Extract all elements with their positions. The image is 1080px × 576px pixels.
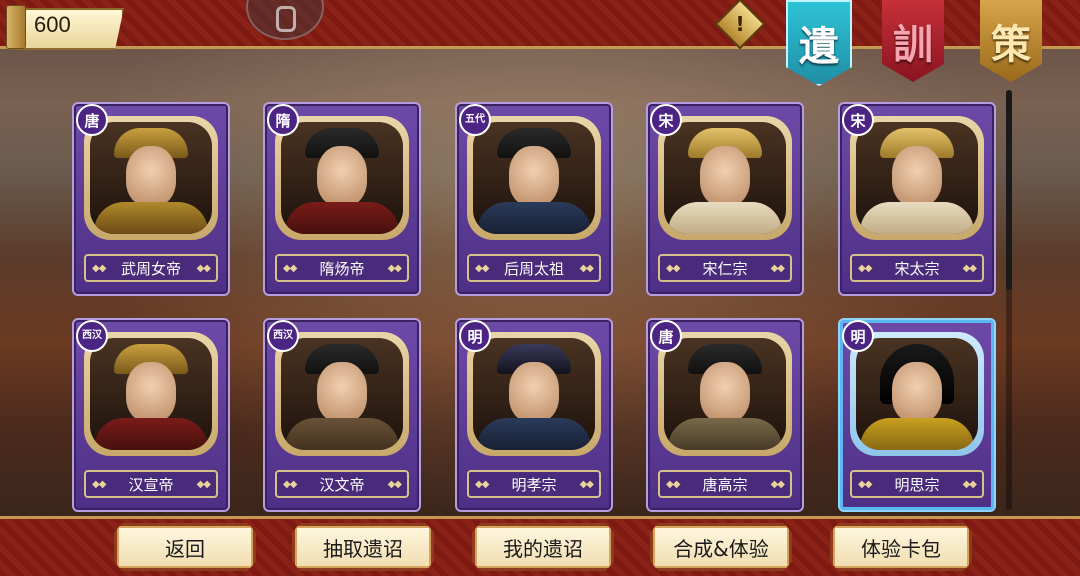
dynasty-badge: 宋	[650, 104, 682, 136]
card-name: 明思宗	[894, 475, 940, 494]
nameplate: ◆◆ 明思宗 ◆◆	[850, 470, 984, 498]
card-han-xuandi[interactable]: 西汉 ◆◆ 汉宣帝 ◆◆	[72, 318, 230, 512]
card-han-wendi[interactable]: 西汉 ◆◆ 汉文帝 ◆◆	[263, 318, 421, 512]
portrait-image	[664, 338, 786, 450]
portrait-image	[856, 338, 978, 450]
dynasty-badge: 五代	[459, 104, 491, 136]
card-name: 汉文帝	[319, 475, 365, 494]
gold-value: 600	[34, 12, 71, 37]
portrait-image	[90, 338, 212, 450]
dynasty-badge: 明	[459, 320, 491, 352]
dynasty-badge: 唐	[650, 320, 682, 352]
nameplate: ◆◆ 武周女帝 ◆◆	[84, 254, 218, 282]
dynasty-badge: 西汉	[76, 320, 108, 352]
card-name: 明孝宗	[511, 475, 557, 494]
nameplate: ◆◆ 后周太祖 ◆◆	[467, 254, 601, 282]
nameplate: ◆◆ 汉文帝 ◆◆	[275, 470, 409, 498]
draw-edict-button[interactable]: 抽取遗诏	[292, 523, 434, 571]
card-name: 隋炀帝	[319, 259, 365, 278]
card-name: 唐高宗	[702, 475, 748, 494]
nameplate: ◆◆ 汉宣帝 ◆◆	[84, 470, 218, 498]
portrait-image	[473, 122, 595, 234]
dynasty-badge: 隋	[267, 104, 299, 136]
card-ming-sizong[interactable]: 明 ◆◆ 明思宗 ◆◆	[838, 318, 996, 512]
nameplate: ◆◆ 宋仁宗 ◆◆	[658, 254, 792, 282]
card-name: 汉宣帝	[128, 475, 174, 494]
portrait-image	[664, 122, 786, 234]
portrait-image	[281, 122, 403, 234]
card-tang-gaozong[interactable]: 唐 ◆◆ 唐高宗 ◆◆	[646, 318, 804, 512]
scrollbar[interactable]	[1006, 90, 1012, 510]
card-houzhou-taizu[interactable]: 五代 ◆◆ 后周太祖 ◆◆	[455, 102, 613, 296]
portrait-image	[856, 122, 978, 234]
card-name: 宋太宗	[894, 259, 940, 278]
card-wuzhou-nudi[interactable]: 唐 ◆◆ 武周女帝 ◆◆	[72, 102, 230, 296]
dynasty-badge: 唐	[76, 104, 108, 136]
portrait-image	[90, 122, 212, 234]
portrait-image	[473, 338, 595, 450]
card-name: 后周太祖	[503, 259, 564, 278]
portrait-image	[281, 338, 403, 450]
scroll-icon	[6, 5, 26, 49]
card-name: 宋仁宗	[702, 259, 748, 278]
dynasty-badge: 明	[842, 320, 874, 352]
card-song-taizong[interactable]: 宋 ◆◆ 宋太宗 ◆◆	[838, 102, 996, 296]
my-edicts-button[interactable]: 我的遗诏	[472, 523, 614, 571]
compose-trial-button[interactable]: 合成&体验	[650, 523, 792, 571]
card-sui-yangdi[interactable]: 隋 ◆◆ 隋炀帝 ◆◆	[263, 102, 421, 296]
nameplate: ◆◆ 宋太宗 ◆◆	[850, 254, 984, 282]
card-ming-xiaozong[interactable]: 明 ◆◆ 明孝宗 ◆◆	[455, 318, 613, 512]
scrollbar-thumb[interactable]	[1006, 90, 1012, 290]
back-button[interactable]: 返回	[114, 523, 256, 571]
dynasty-badge: 宋	[842, 104, 874, 136]
nameplate: ◆◆ 隋炀帝 ◆◆	[275, 254, 409, 282]
nameplate: ◆◆ 唐高宗 ◆◆	[658, 470, 792, 498]
card-song-renzong[interactable]: 宋 ◆◆ 宋仁宗 ◆◆	[646, 102, 804, 296]
trial-card-pack-button[interactable]: 体验卡包	[830, 523, 972, 571]
card-name: 武周女帝	[120, 259, 181, 278]
dynasty-badge: 西汉	[267, 320, 299, 352]
nameplate: ◆◆ 明孝宗 ◆◆	[467, 470, 601, 498]
